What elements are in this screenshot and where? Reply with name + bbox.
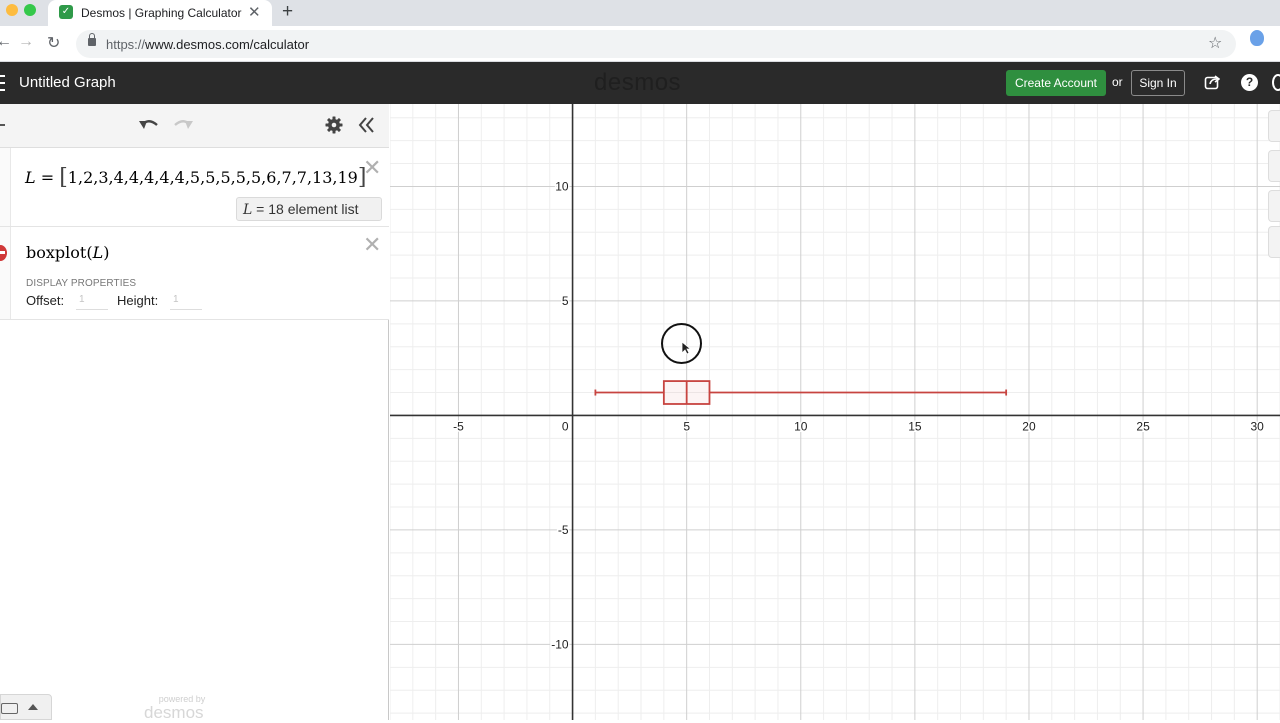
forward-arrow-icon[interactable]: → (18, 33, 34, 51)
minor-grid (390, 104, 1280, 720)
x-tick-label: 15 (908, 419, 922, 433)
delete-expression-icon[interactable]: ✕ (363, 234, 381, 256)
url-scheme: https:// (106, 37, 146, 52)
expression-tab[interactable] (0, 227, 11, 319)
graph-side-tools (1266, 110, 1280, 260)
offset-field[interactable]: 1 (76, 294, 108, 310)
new-tab-button[interactable]: + (282, 1, 293, 23)
reload-icon[interactable]: ↻ (47, 33, 60, 53)
share-icon[interactable] (1204, 74, 1220, 90)
bookmark-star-icon[interactable]: ☆ (1208, 33, 1222, 53)
collapse-panel-icon[interactable] (358, 116, 376, 134)
delete-expression-icon[interactable]: ✕ (363, 157, 381, 179)
x-axis-tick-labels: -5 0 5 10 15 20 25 30 (452, 418, 1266, 435)
evaluation-box: L = 18 element list (236, 197, 382, 221)
height-label: Height: (117, 293, 159, 308)
language-globe-icon[interactable] (1272, 74, 1280, 91)
expression-list-l[interactable]: L = [1,2,3,4,4,4,4,4,5,5,5,5,5,6,7,7,13,… (0, 148, 389, 227)
chevron-up-icon (28, 704, 38, 710)
window-minimize-button[interactable] (6, 4, 18, 16)
graph-canvas[interactable]: -5 0 5 10 15 20 25 30 10 5 -5 -10 (390, 104, 1280, 720)
function-name: boxplot (26, 243, 87, 262)
url-text: https://www.desmos.com/calculator (106, 37, 309, 52)
expression-boxplot[interactable]: boxplot(L) ✕ DISPLAY PROPERTIES Offset: … (0, 227, 389, 320)
sign-in-button[interactable]: Sign In (1131, 70, 1185, 96)
axes (390, 104, 1280, 720)
keyboard-toggle-button[interactable] (0, 694, 52, 720)
home-icon[interactable] (1268, 226, 1280, 258)
x-tick-label: 10 (794, 419, 808, 433)
display-properties-heading: DISPLAY PROPERTIES (26, 278, 137, 289)
open-bracket: [ (59, 165, 68, 190)
tab-title: Desmos | Graphing Calculator (81, 6, 242, 20)
or-label: or (1112, 75, 1123, 89)
zoom-in-icon[interactable] (1268, 150, 1280, 182)
expression-tab[interactable] (0, 148, 11, 226)
url-field[interactable]: https://www.desmos.com/calculator ☆ (76, 30, 1236, 58)
back-arrow-icon[interactable]: ← (0, 33, 12, 51)
x-tick-label: 20 (1022, 419, 1036, 433)
offset-label: Offset: (26, 293, 65, 308)
mouse-pointer-icon (681, 341, 691, 355)
x-tick-label: 30 (1250, 419, 1264, 433)
equals-sign: = (35, 168, 60, 187)
expression-panel: L = [1,2,3,4,4,4,4,4,5,5,5,5,5,6,7,7,13,… (0, 104, 389, 720)
y-tick-label: -5 (558, 523, 569, 537)
graph-paper[interactable]: -5 0 5 10 15 20 25 30 10 5 -5 -10 (390, 104, 1280, 720)
list-values: 1,2,3,4,4,4,4,4,5,5,5,5,5,6,7,7,13,19 (67, 168, 358, 187)
graph-title[interactable]: Untitled Graph (19, 74, 116, 91)
x-tick-label: -5 (453, 419, 464, 433)
y-tick-label: 5 (562, 294, 569, 308)
desmos-header: Untitled Graph desmos Create Account or … (0, 62, 1280, 104)
graph-settings-wrench-icon[interactable] (1268, 110, 1280, 142)
help-icon[interactable]: ? (1241, 74, 1258, 91)
x-tick-label: 0 (562, 419, 569, 433)
x-tick-label: 25 (1136, 419, 1150, 433)
profile-avatar-icon[interactable] (1250, 30, 1264, 46)
address-bar-row: ← → ↻ https://www.desmos.com/calculator … (0, 26, 1280, 62)
function-argument: L (92, 243, 104, 262)
list-variable: L (25, 168, 36, 187)
desmos-logo: desmos (594, 69, 682, 96)
lock-icon (88, 33, 96, 46)
zoom-out-icon[interactable] (1268, 190, 1280, 222)
browser-tab[interactable]: ✓ Desmos | Graphing Calculator ✕ (48, 0, 272, 26)
y-tick-label: 10 (555, 179, 569, 193)
desmos-favicon-icon: ✓ (59, 5, 73, 19)
tab-close-icon[interactable]: ✕ (248, 3, 261, 21)
undo-icon[interactable] (138, 116, 160, 136)
url-host: www.desmos.com/calculator (145, 37, 310, 52)
expression-latex[interactable]: L = [1,2,3,4,4,4,4,4,5,5,5,5,5,6,7,7,13,… (25, 164, 366, 190)
menu-icon[interactable] (0, 75, 5, 91)
major-grid (390, 104, 1280, 720)
eval-text: = 18 element list (252, 201, 359, 217)
browser-tab-bar: ✓ Desmos | Graphing Calculator ✕ + (0, 0, 1280, 26)
expression-latex[interactable]: boxplot(L) (26, 243, 109, 262)
height-field[interactable]: 1 (170, 294, 202, 310)
expression-toolbar (0, 104, 389, 148)
x-tick-label: 5 (683, 419, 690, 433)
window-zoom-button[interactable] (24, 4, 36, 16)
redo-icon[interactable] (172, 116, 194, 136)
powered-by-logo[interactable]: desmos (144, 703, 204, 723)
y-tick-label: -10 (551, 637, 569, 651)
create-account-button[interactable]: Create Account (1006, 70, 1106, 96)
add-item-icon[interactable] (0, 124, 5, 126)
gear-icon[interactable] (325, 116, 343, 134)
keyboard-icon (1, 703, 18, 714)
eval-variable: L (243, 202, 253, 218)
